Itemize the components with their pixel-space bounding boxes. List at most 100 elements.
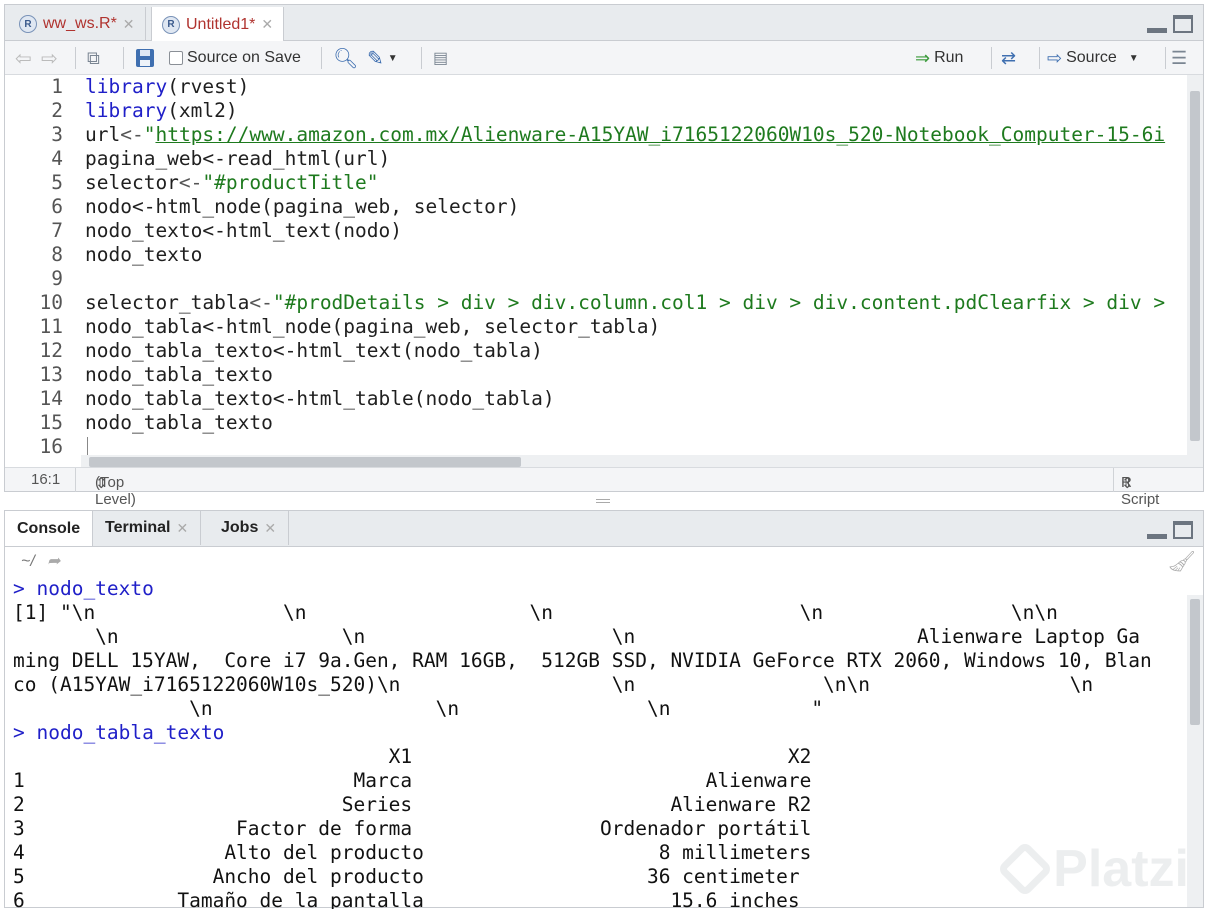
- show-in-window-icon[interactable]: ⧉: [87, 46, 100, 70]
- back-arrow-icon[interactable]: ⇦: [15, 46, 32, 70]
- tab-label: Console: [17, 519, 81, 537]
- code-tools-button[interactable]: ✎ ▼: [367, 46, 398, 70]
- console-line: co (A15YAW_i7165122060W10s_520)\n \n \n\…: [13, 673, 1094, 696]
- close-icon[interactable]: ✕: [123, 16, 135, 33]
- clear-console-icon[interactable]: 🧹︎: [1167, 549, 1192, 574]
- code-line-text: nodo_tabla_texto<-html_table(nodo_tabla): [85, 387, 555, 410]
- splitter-grip-icon: [596, 499, 610, 503]
- code-line-text: library(xml2): [85, 99, 238, 122]
- tab-console[interactable]: Console: [5, 511, 94, 546]
- close-icon[interactable]: ✕: [177, 520, 189, 537]
- code-line: 5 selector<-"#productTitle": [51, 171, 379, 194]
- console-vertical-scrollbar[interactable]: [1187, 595, 1203, 907]
- code-line-text: selector<-"#productTitle": [85, 171, 379, 194]
- code-line: 8 nodo_texto: [51, 243, 203, 266]
- source-on-save-checkbox[interactable]: [169, 51, 183, 65]
- code-line: 10 selector_tabla<-"#prodDetails > div > …: [39, 291, 1166, 314]
- document-outline-icon[interactable]: ☰: [1171, 46, 1187, 70]
- console-line: [1] "\n \n \n \n \n\n: [13, 601, 1058, 624]
- editor-status-bar: 16:1 (Top Level) ⇕ R Script ⇕: [5, 467, 1203, 508]
- code-line: 7 nodo_texto<-html_text(nodo): [51, 219, 402, 242]
- console-line: > nodo_texto: [13, 577, 154, 600]
- save-icon: [136, 49, 154, 67]
- code-line: 2 library(xml2): [51, 99, 238, 122]
- console-line: > nodo_tabla_texto: [13, 721, 225, 744]
- r-file-icon: R: [19, 15, 37, 33]
- tab-label: Terminal: [105, 519, 171, 536]
- code-line-text: pagina_web<-read_html(url): [85, 147, 391, 170]
- code-line-text: nodo_tabla_texto<-html_text(nodo_tabla): [85, 339, 543, 362]
- editor-tab-bar: R ww_ws.R* ✕ R Untitled1* ✕: [5, 5, 1203, 42]
- tab-untitled1[interactable]: R Untitled1* ✕: [151, 7, 285, 42]
- code-line-text: nodo_texto<-html_text(nodo): [85, 219, 402, 242]
- console-line: 3 Factor de forma Ordenador portátil: [13, 817, 812, 840]
- code-line: 11 nodo_tabla<-html_node(pagina_web, sele…: [39, 315, 661, 338]
- code-line-text: selector_tabla<-"#prodDetails > div > di…: [85, 291, 1166, 314]
- rerun-icon[interactable]: ⇄: [1001, 46, 1016, 70]
- code-line-text: nodo_texto: [85, 243, 203, 266]
- code-line: 15 nodo_tabla_texto: [39, 411, 273, 434]
- code-line: 1 library(rvest): [51, 75, 250, 98]
- console-line: ming DELL 15YAW, Core i7 9a.Gen, RAM 16G…: [13, 649, 1152, 672]
- maximize-icon[interactable]: [1173, 15, 1193, 33]
- forward-arrow-icon[interactable]: ⇨: [41, 46, 58, 70]
- code-line-text: nodo_tabla_texto: [85, 363, 273, 386]
- text-cursor: [87, 437, 88, 455]
- r-file-icon: R: [162, 15, 180, 34]
- window-controls: [1147, 521, 1193, 539]
- source-on-save-label: Source on Save: [187, 49, 301, 66]
- code-line-text: nodo_tabla_texto: [85, 411, 273, 434]
- source-button[interactable]: ⇨ Source ▼: [1047, 46, 1139, 70]
- editor-toolbar: ⇦ ⇨ ⧉ Source on Save 🔍︎ ✎ ▼ ▤ ⇒ Run ⇄ ⇨ …: [5, 41, 1203, 75]
- tab-label: Jobs: [221, 519, 259, 536]
- code-line-text: url<-"https://www.amazon.com.mx/Alienwar…: [85, 123, 1166, 146]
- working-directory: ~/: [21, 553, 35, 570]
- tab-label: Untitled1*: [186, 15, 256, 33]
- console-line: 2 Series Alienware R2: [13, 793, 812, 816]
- compile-report-icon[interactable]: ▤: [433, 46, 448, 70]
- code-line-text: library(rvest): [85, 75, 250, 98]
- tab-terminal[interactable]: Terminal ✕: [93, 511, 202, 545]
- code-line: 16: [5, 435, 1187, 455]
- scrollbar-thumb[interactable]: [1190, 91, 1200, 441]
- code-line: 4 pagina_web<-read_html(url): [51, 147, 391, 170]
- code-editor[interactable]: 1 library(rvest) 2 library(xml2) 3 url<-"ht…: [5, 75, 1187, 455]
- console-line: 6 Tamaño de la pantalla 15.6 inches: [13, 889, 800, 909]
- search-icon[interactable]: 🔍︎: [333, 46, 358, 70]
- code-line: 13 nodo_tabla_texto: [39, 363, 273, 386]
- run-button[interactable]: ⇒ Run: [915, 46, 963, 70]
- console-line: X1 X2: [13, 745, 812, 768]
- code-line: 12 nodo_tabla_texto<-html_text(nodo_tabla…: [39, 339, 543, 362]
- close-icon[interactable]: ✕: [264, 520, 276, 537]
- scrollbar-thumb[interactable]: [89, 457, 521, 467]
- code-line: 3 url<-"https://www.amazon.com.mx/Alienwa…: [51, 123, 1166, 146]
- pane-splitter[interactable]: [4, 494, 1204, 508]
- code-line-text: nodo_tabla<-html_node(pagina_web, select…: [85, 315, 661, 338]
- tab-ww-ws[interactable]: R ww_ws.R* ✕: [9, 7, 146, 41]
- window-controls: [1147, 15, 1193, 33]
- maximize-icon[interactable]: [1173, 521, 1193, 539]
- minimize-icon[interactable]: [1147, 521, 1167, 539]
- platzi-watermark: Platzi: [996, 839, 1189, 899]
- console-line: 1 Marca Alienware: [13, 769, 812, 792]
- source-label: Source: [1066, 49, 1117, 66]
- console-line: 5 Ancho del producto 36 centimeter: [13, 865, 800, 888]
- console-line: 4 Alto del producto 8 millimeters: [13, 841, 812, 864]
- minimize-icon[interactable]: [1147, 15, 1167, 33]
- tab-jobs[interactable]: Jobs ✕: [209, 511, 290, 545]
- code-line: 6 nodo<-html_node(pagina_web, selector): [51, 195, 520, 218]
- save-button[interactable]: [135, 46, 155, 70]
- console-line: \n \n \n ": [13, 697, 824, 720]
- chevron-down-icon[interactable]: ▼: [1129, 53, 1139, 64]
- platzi-logo-icon: [996, 840, 1054, 898]
- scrollbar-thumb[interactable]: [1190, 599, 1200, 725]
- updown-icon: ⇕: [1121, 475, 1134, 492]
- editor-vertical-scrollbar[interactable]: [1187, 75, 1203, 469]
- source-editor-pane: R ww_ws.R* ✕ R Untitled1* ✕ ⇦ ⇨ ⧉ Source…: [4, 4, 1204, 508]
- source-on-save-toggle[interactable]: Source on Save: [169, 46, 301, 70]
- chevron-down-icon: ▼: [387, 52, 398, 64]
- close-icon[interactable]: ✕: [261, 16, 273, 33]
- tab-label: ww_ws.R*: [43, 15, 117, 32]
- run-icon: ⇒: [915, 47, 931, 68]
- go-to-directory-icon[interactable]: ➦: [47, 551, 60, 571]
